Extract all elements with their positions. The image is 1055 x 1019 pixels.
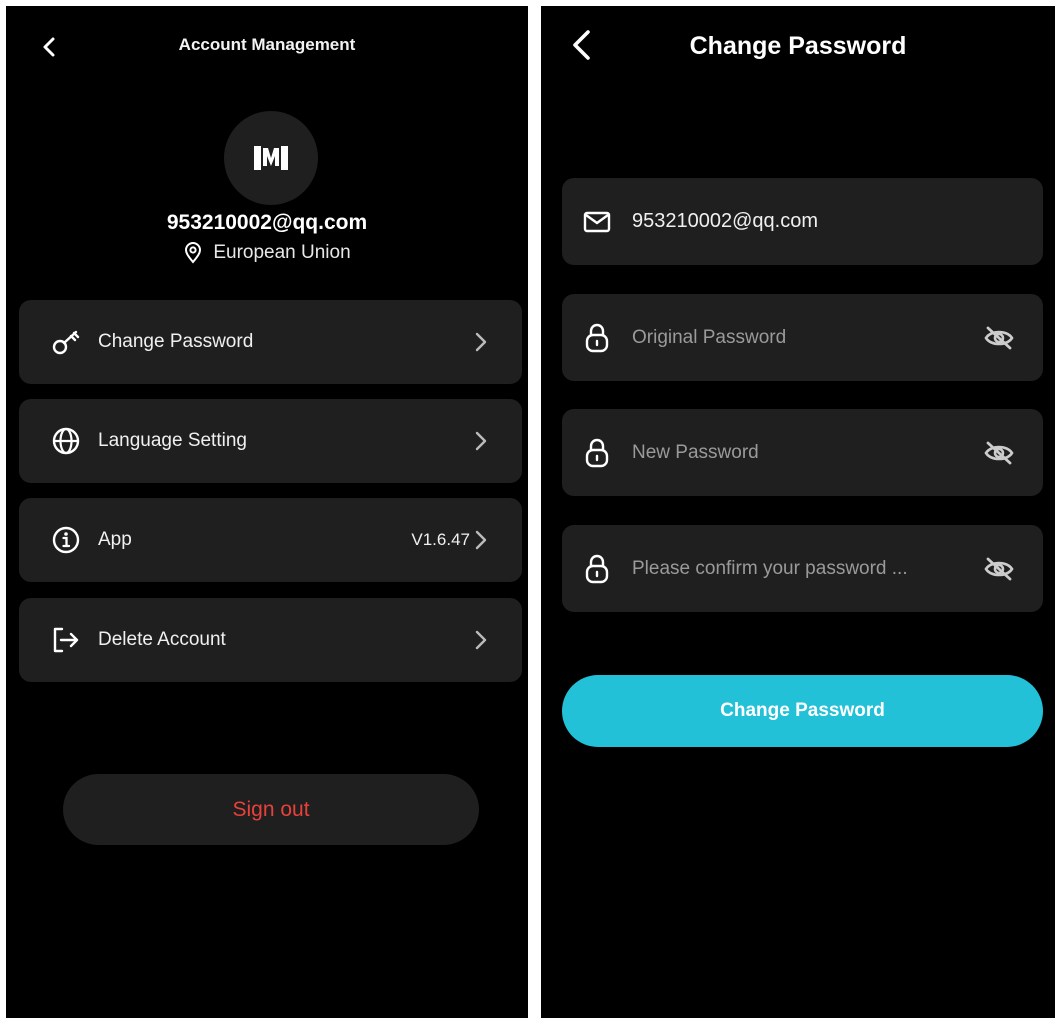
lock-icon bbox=[582, 554, 612, 584]
original-password-field[interactable] bbox=[562, 294, 1043, 381]
change-password-screen: Change Password 953210002@qq.com Change … bbox=[541, 6, 1055, 1018]
region-label: European Union bbox=[213, 242, 351, 263]
brand-logo-icon bbox=[254, 146, 288, 170]
info-icon bbox=[47, 521, 85, 559]
location-pin-icon bbox=[185, 242, 202, 264]
menu-item-change-password[interactable]: Change Password bbox=[19, 300, 522, 384]
lock-icon bbox=[582, 323, 612, 353]
original-password-input[interactable] bbox=[632, 326, 983, 349]
avatar bbox=[224, 111, 318, 205]
menu-item-label: Change Password bbox=[98, 331, 254, 352]
page-title: Account Management bbox=[178, 35, 356, 54]
new-password-input[interactable] bbox=[632, 441, 983, 464]
chevron-right-icon bbox=[474, 629, 488, 651]
menu-item-label: App bbox=[98, 529, 132, 550]
region-row: European Union bbox=[6, 242, 528, 264]
change-password-button[interactable]: Change Password bbox=[562, 675, 1043, 747]
app-version: V1.6.47 bbox=[411, 530, 470, 549]
confirm-password-field[interactable] bbox=[562, 525, 1043, 612]
menu-item-label: Delete Account bbox=[98, 629, 226, 650]
logout-icon bbox=[47, 621, 85, 659]
account-management-screen: Account Management 953210002@qq.com Euro… bbox=[6, 6, 528, 1018]
globe-icon bbox=[47, 422, 85, 460]
new-password-field[interactable] bbox=[562, 409, 1043, 496]
sign-out-button[interactable]: Sign out bbox=[63, 774, 479, 845]
chevron-right-icon bbox=[474, 529, 488, 551]
key-icon bbox=[47, 323, 85, 361]
eye-off-icon[interactable] bbox=[983, 440, 1015, 466]
eye-off-icon[interactable] bbox=[983, 325, 1015, 351]
page-title: Change Password bbox=[689, 32, 907, 60]
lock-icon bbox=[582, 438, 612, 468]
menu-item-label: Language Setting bbox=[98, 430, 247, 451]
menu-item-app[interactable]: App V1.6.47 bbox=[19, 498, 522, 582]
chevron-right-icon bbox=[474, 430, 488, 452]
eye-off-icon[interactable] bbox=[983, 556, 1015, 582]
email-value: 953210002@qq.com bbox=[632, 210, 818, 232]
confirm-password-input[interactable] bbox=[632, 557, 983, 580]
email-field: 953210002@qq.com bbox=[562, 178, 1043, 265]
menu-item-language-setting[interactable]: Language Setting bbox=[19, 399, 522, 483]
mail-icon bbox=[582, 207, 612, 237]
chevron-right-icon bbox=[474, 331, 488, 353]
menu-item-delete-account[interactable]: Delete Account bbox=[19, 598, 522, 682]
account-email: 953210002@qq.com bbox=[166, 211, 368, 234]
